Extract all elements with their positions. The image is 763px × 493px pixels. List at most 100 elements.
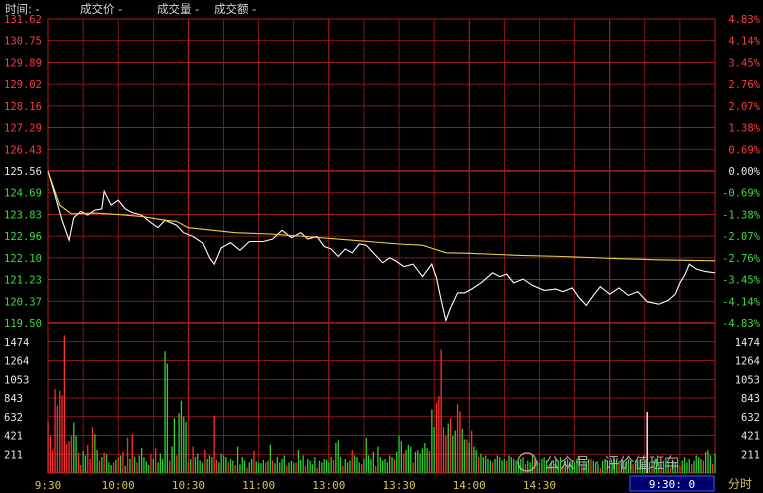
volume-bar-up (68, 441, 70, 473)
volume-bar-down (251, 458, 253, 473)
time-tick-label: 10:30 (172, 479, 205, 492)
volume-bar-up (47, 421, 49, 473)
volume-bar-down (372, 451, 374, 473)
volume-bar-up (246, 467, 248, 473)
volume-bar-down (473, 446, 475, 473)
volume-bar-up (117, 457, 119, 473)
percent-tick-label: -2.76% (722, 253, 761, 265)
volume-bar-down (225, 457, 227, 473)
volume-bar-up (66, 443, 68, 473)
time-tick-label: 11:00 (242, 479, 275, 492)
volume-bar-up (265, 462, 267, 473)
volume-bar-down (73, 422, 75, 473)
volume-tick-label: 1053 (735, 374, 760, 386)
volume-bar-down (94, 434, 96, 473)
volume-bar-down (489, 460, 491, 473)
volume-bar-down (307, 458, 309, 473)
volume-bar-down (279, 462, 281, 473)
volume-bar-down (421, 448, 424, 473)
percent-tick-label: -0.69% (722, 188, 761, 200)
volume-bar-down (148, 465, 150, 473)
volume-bar-down (199, 460, 201, 473)
volume-bar-down (108, 462, 110, 473)
volume-bar-up (63, 335, 65, 473)
volume-bar-down (358, 462, 360, 473)
volume-bar-down (183, 416, 185, 473)
percent-tick-label: -2.07% (722, 231, 761, 243)
volume-tick-label: 1264 (735, 356, 760, 368)
volume-bar-down (379, 457, 381, 473)
volume-bar-up (295, 462, 297, 473)
percent-tick-label: 2.76% (728, 79, 760, 91)
volume-bar-down (700, 458, 702, 473)
time-tick-label: 14:00 (453, 479, 486, 492)
volume-bar-down (243, 460, 246, 473)
volume-bar-down (236, 446, 239, 473)
volume-bar-down (494, 458, 496, 473)
volume-bar-down (365, 437, 367, 473)
volume-bar-up (679, 465, 681, 473)
volume-bar-down (258, 462, 260, 473)
volume-bar-down (283, 455, 285, 473)
volume-bar-down (260, 463, 262, 473)
volume-bar-up (49, 435, 51, 473)
volume-bar-down (309, 460, 311, 473)
volume-bar-up (87, 444, 89, 473)
volume-bar-up (351, 450, 353, 473)
volume-bar-down (335, 443, 337, 473)
volume-bar-down (349, 460, 351, 473)
volume-bar-down (426, 448, 428, 473)
volume-bar-down (194, 457, 197, 473)
volume-bar-up (702, 460, 704, 473)
volume-bar-up (428, 450, 431, 473)
volume-bar-up (204, 450, 206, 473)
volume-bar-up (59, 390, 61, 473)
volume-bar-down (178, 413, 180, 473)
volume-bar-down (229, 458, 232, 473)
volume-bar-up (445, 435, 447, 473)
volume-bar-down (110, 465, 112, 473)
volume-bar-up (361, 464, 363, 473)
price-tick-label: 124.69 (4, 188, 42, 200)
volume-bar-down (267, 460, 269, 473)
chart-mode-label[interactable]: 分时 (728, 477, 752, 491)
volume-bar-down (171, 446, 173, 473)
volume-bar-down (96, 450, 98, 473)
volume-bar-down (269, 444, 271, 473)
watermark-text: 公众号 · 评价值班车 (545, 454, 679, 472)
volume-bar-down (447, 423, 449, 473)
volume-bar-down (368, 455, 370, 473)
volume-bar-down (297, 450, 300, 473)
volume-bar-down (454, 430, 456, 473)
volume-bar-down (302, 455, 304, 473)
volume-bar-up (466, 439, 468, 473)
price-tick-label: 129.02 (4, 79, 42, 91)
volume-bar-down (218, 462, 220, 473)
percent-tick-label: 1.38% (728, 123, 760, 135)
volume-bar-down (370, 458, 372, 473)
volume-bar-down (398, 435, 400, 473)
volume-bar-up (478, 457, 480, 473)
volume-tick-label: 211 (4, 449, 23, 461)
volume-bar-up (393, 458, 395, 473)
volume-bar-down (382, 460, 384, 473)
percent-tick-label: -4.14% (722, 296, 761, 308)
volume-bar-up (61, 395, 63, 473)
volume-bar-up (112, 462, 115, 473)
volume-bar-up (691, 464, 693, 473)
volume-bar-down (293, 463, 295, 473)
volume-bar-up (98, 460, 101, 473)
volume-bar-up (56, 405, 58, 473)
volume-bar-down (688, 458, 690, 473)
volume-bar-down (389, 455, 391, 473)
volume-bar-up (126, 437, 129, 473)
percent-axis-right: 4.83% 4.14% 3.45% 2.76% 2.07% 1.38% 0.69% 0.00%… (722, 14, 761, 330)
volume-bar-up (440, 349, 442, 473)
volume-bar-up (459, 411, 461, 473)
volume-tick-label: 1264 (4, 356, 29, 368)
volume-bar-up (187, 462, 190, 473)
volume-bar-up (80, 465, 82, 473)
time-tick-label: 14:30 (523, 479, 556, 492)
volume-bar-down (323, 458, 325, 473)
volume-bar-down (501, 460, 503, 473)
